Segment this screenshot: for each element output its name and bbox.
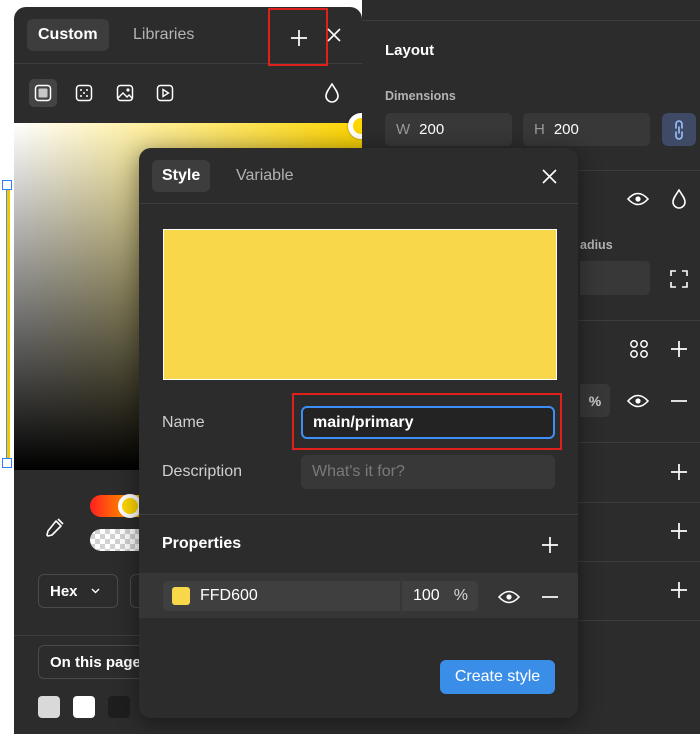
width-value: 200 bbox=[419, 121, 445, 138]
tab-libraries[interactable]: Libraries bbox=[122, 19, 205, 51]
percent-symbol: % bbox=[453, 587, 468, 604]
radius-field[interactable] bbox=[580, 261, 650, 295]
fill-visibility-button[interactable] bbox=[496, 584, 522, 610]
drop-icon[interactable] bbox=[666, 186, 692, 212]
width-field[interactable]: W 200 bbox=[385, 113, 512, 146]
fill-hex-field[interactable]: FFD600 bbox=[163, 581, 400, 611]
color-swatch[interactable] bbox=[73, 696, 95, 718]
dialog-tab-bar: Style Variable bbox=[139, 148, 578, 204]
color-format-select[interactable]: Hex bbox=[38, 574, 118, 608]
fill-color-chip[interactable] bbox=[172, 587, 190, 605]
panel-divider bbox=[362, 20, 700, 21]
tab-custom[interactable]: Custom bbox=[27, 19, 109, 51]
plus-icon[interactable] bbox=[666, 459, 692, 485]
tab-style[interactable]: Style bbox=[152, 160, 211, 192]
video-fill-button[interactable] bbox=[151, 79, 179, 107]
close-icon bbox=[541, 168, 557, 184]
layout-section-title: Layout bbox=[385, 42, 435, 59]
dimensions-label: Dimensions bbox=[385, 89, 456, 103]
image-fill-button[interactable] bbox=[111, 79, 139, 107]
picker-tab-bar: Custom Libraries bbox=[14, 7, 362, 66]
link-icon bbox=[675, 119, 683, 140]
solid-fill-button[interactable] bbox=[29, 79, 57, 107]
plus-icon[interactable] bbox=[666, 518, 692, 544]
plus-icon[interactable] bbox=[666, 336, 692, 362]
constrain-proportions-button[interactable] bbox=[662, 113, 696, 146]
minus-icon bbox=[542, 596, 558, 598]
independent-corners-icon[interactable] bbox=[666, 266, 692, 292]
fill-opacity-value: 100 bbox=[413, 587, 440, 604]
highlight-box bbox=[292, 393, 562, 450]
solid-fill-icon bbox=[34, 84, 52, 102]
height-axis-label: H bbox=[534, 121, 545, 138]
close-picker-button[interactable] bbox=[323, 24, 345, 46]
eyedropper-button[interactable] bbox=[42, 514, 68, 540]
eye-icon bbox=[498, 590, 520, 604]
minus-icon[interactable] bbox=[666, 388, 692, 414]
chevron-down-icon bbox=[91, 588, 100, 594]
color-format-value: Hex bbox=[50, 582, 78, 600]
gradient-fill-icon bbox=[75, 84, 93, 102]
eye-icon[interactable] bbox=[625, 186, 651, 212]
blend-mode-button[interactable] bbox=[318, 79, 346, 107]
create-style-dialog: Style Variable Name Description Properti… bbox=[139, 148, 578, 718]
image-fill-icon bbox=[116, 84, 134, 102]
eyedropper-icon bbox=[46, 518, 64, 537]
opacity-percent-field[interactable]: % bbox=[580, 384, 610, 417]
tab-variable[interactable]: Variable bbox=[226, 160, 304, 192]
height-value: 200 bbox=[553, 121, 579, 138]
video-fill-icon bbox=[156, 84, 174, 102]
height-field[interactable]: H 200 bbox=[523, 113, 650, 146]
plus-icon[interactable] bbox=[666, 577, 692, 603]
color-swatch[interactable] bbox=[108, 696, 130, 718]
styles-grid-icon[interactable] bbox=[626, 336, 652, 362]
fill-opacity-field[interactable]: 100 % bbox=[402, 581, 478, 611]
radius-label: adius bbox=[580, 238, 613, 252]
remove-fill-button[interactable] bbox=[537, 584, 563, 610]
scope-value: On this page bbox=[50, 653, 141, 671]
close-dialog-button[interactable] bbox=[538, 165, 560, 187]
dialog-divider bbox=[139, 514, 578, 515]
paint-type-toolbar bbox=[14, 64, 362, 123]
drop-icon bbox=[325, 83, 339, 103]
width-axis-label: W bbox=[396, 121, 411, 138]
selection-handle[interactable] bbox=[2, 180, 12, 190]
fill-hex-value: FFD600 bbox=[200, 587, 258, 604]
style-description-input[interactable] bbox=[301, 455, 555, 489]
selection-edge bbox=[6, 185, 10, 463]
name-label: Name bbox=[162, 414, 205, 431]
style-color-preview bbox=[163, 229, 557, 380]
properties-title: Properties bbox=[162, 535, 242, 552]
create-style-button[interactable]: Create style bbox=[440, 660, 555, 694]
color-swatch[interactable] bbox=[38, 696, 60, 718]
plus-icon bbox=[542, 537, 558, 553]
eye-icon[interactable] bbox=[625, 388, 651, 414]
close-icon bbox=[327, 28, 341, 42]
selection-handle[interactable] bbox=[2, 458, 12, 468]
description-label: Description bbox=[162, 463, 243, 480]
gradient-fill-button[interactable] bbox=[70, 79, 98, 107]
highlight-box bbox=[268, 8, 328, 66]
add-property-button[interactable] bbox=[537, 532, 563, 558]
